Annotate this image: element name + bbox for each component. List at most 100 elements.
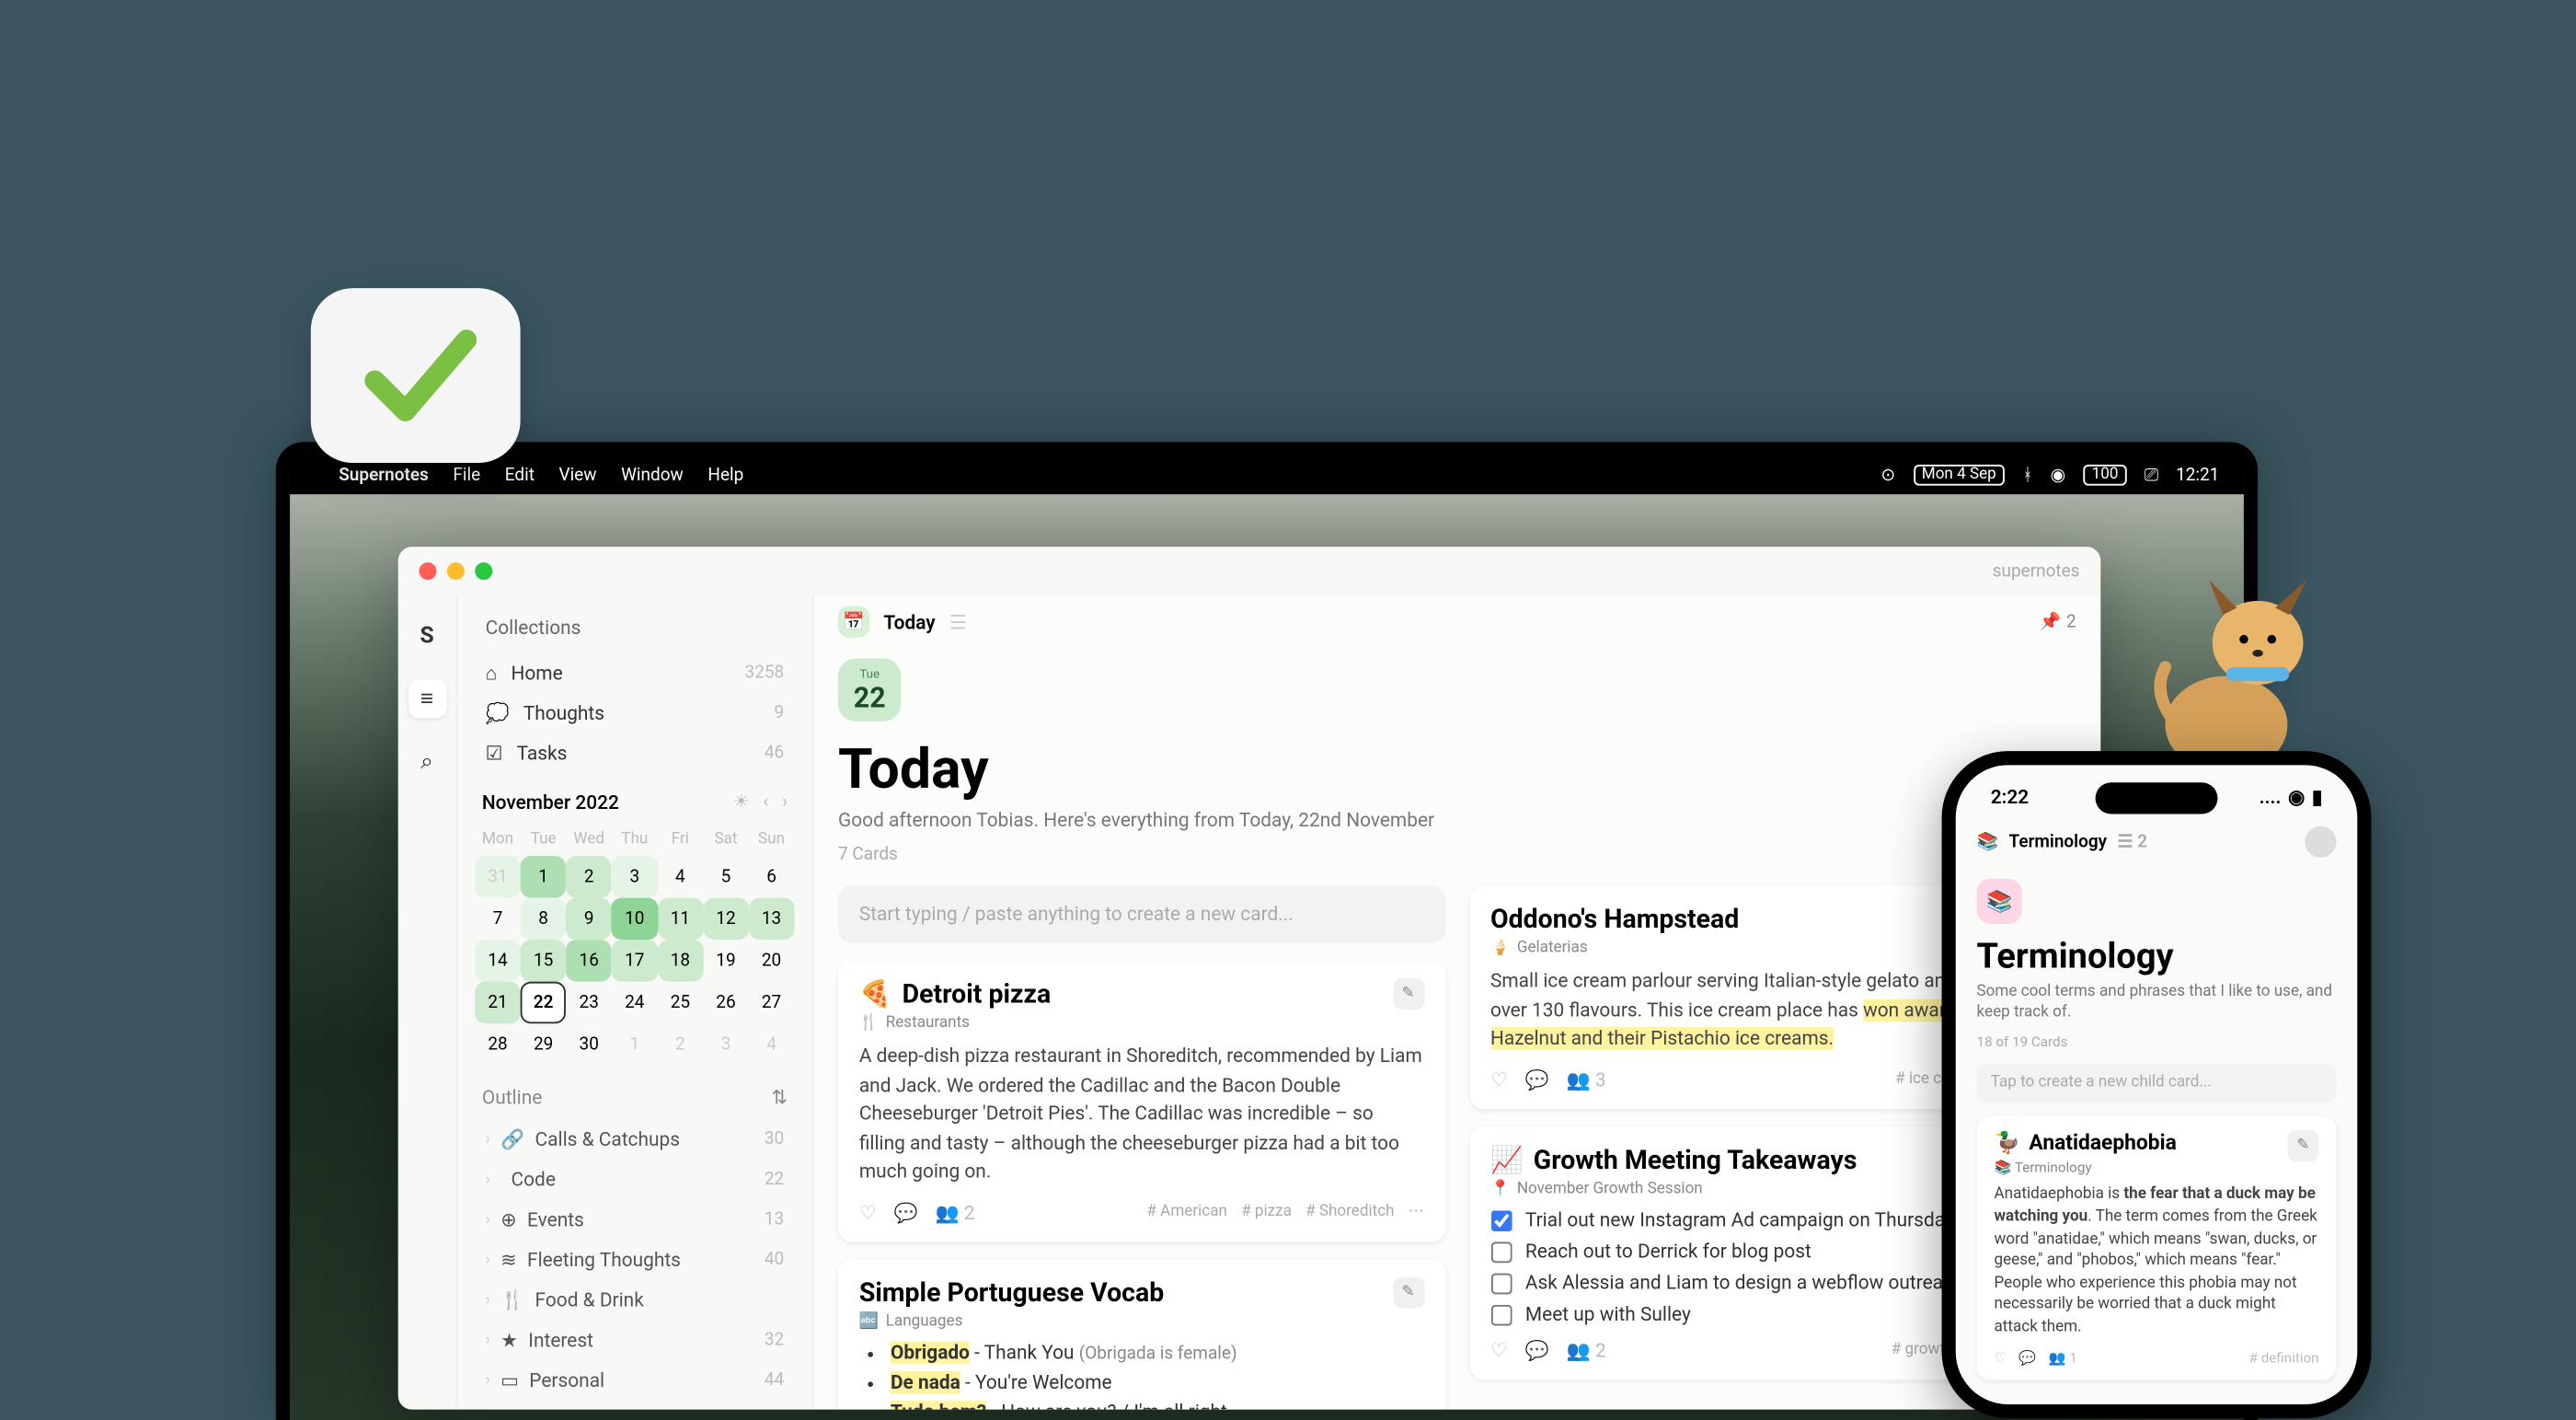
sidebar-item[interactable]: 💭Thoughts9 [475, 694, 794, 734]
heart-icon[interactable]: ♡ [1490, 1339, 1508, 1362]
outline-item[interactable]: ›★Interest32 [475, 1321, 794, 1361]
pin-count[interactable]: 📌2 [2040, 612, 2076, 631]
comment-icon[interactable]: 💬 [1525, 1068, 1549, 1091]
menubar-app[interactable]: Supernotes [339, 466, 429, 485]
calendar-day[interactable]: 1 [521, 856, 567, 898]
calendar-day[interactable]: 19 [703, 940, 749, 982]
calendar-day[interactable]: 2 [658, 1023, 704, 1066]
menu-clock-icon[interactable]: ⊙ [1880, 466, 1895, 485]
calendar-day[interactable]: 2 [566, 856, 612, 898]
calendar-day[interactable]: 12 [703, 898, 749, 941]
calendar-day[interactable]: 4 [749, 1023, 795, 1066]
task-checkbox[interactable] [1490, 1273, 1512, 1294]
sidebar-item[interactable]: ⌂Home3258 [475, 653, 794, 694]
menubar-date[interactable]: Mon 4 Sep [1913, 465, 2005, 486]
avatar[interactable] [2305, 826, 2336, 858]
outline-item[interactable]: ›🔗Calls & Catchups30 [475, 1120, 794, 1160]
phone-book-icon[interactable]: 📚 [1977, 832, 1999, 851]
menu-help[interactable]: Help [707, 466, 743, 485]
card-detroit-pizza[interactable]: ✎ 🍕Detroit pizza 🍴Restaurants A deep-dis… [838, 961, 1445, 1241]
calendar-day[interactable]: 15 [521, 940, 567, 982]
calendar-day[interactable]: 6 [749, 856, 795, 898]
menu-file[interactable]: File [453, 466, 480, 485]
close-button[interactable] [420, 562, 437, 580]
outline-item[interactable]: ›⊕Events13 [475, 1200, 794, 1241]
heart-icon[interactable]: ♡ [859, 1201, 877, 1224]
rail-list-icon[interactable]: ≡ [408, 679, 446, 718]
people-icon[interactable]: 👥 2 [1567, 1339, 1606, 1362]
calendar-day[interactable]: 3 [703, 1023, 749, 1066]
sidebar-item[interactable]: ☑Tasks46 [475, 733, 794, 774]
calendar-day[interactable]: 4 [658, 856, 704, 898]
control-center-icon[interactable]: ⎚ [2145, 466, 2158, 485]
calendar-day[interactable]: 23 [566, 982, 612, 1024]
wifi-icon[interactable]: ◉ [2051, 466, 2066, 485]
comment-icon[interactable]: 💬 [1525, 1339, 1549, 1362]
menu-view[interactable]: View [558, 466, 596, 485]
bluetooth-icon[interactable]: ᚼ [2022, 466, 2032, 485]
calendar-day[interactable]: 31 [475, 856, 521, 898]
outline-item[interactable]: ›Code22 [475, 1160, 794, 1200]
outline-item[interactable]: ›≋Fleeting Thoughts40 [475, 1241, 794, 1281]
calendar-day[interactable]: 3 [612, 856, 658, 898]
breadcrumb-label[interactable]: Today [883, 610, 935, 633]
calendar-day[interactable]: 26 [703, 982, 749, 1024]
calendar-day[interactable]: 16 [566, 940, 612, 982]
calendar-day[interactable]: 14 [475, 940, 521, 982]
outline-item[interactable]: ›▭Personal44 [475, 1361, 794, 1402]
calendar-prev-icon[interactable]: ‹ [763, 793, 768, 813]
calendar-day[interactable]: 7 [475, 898, 521, 941]
tag[interactable]: # American [1146, 1204, 1227, 1221]
phone-create-input[interactable]: Tap to create a new child card... [1977, 1065, 2337, 1103]
task-checkbox[interactable] [1490, 1209, 1512, 1230]
minimize-button[interactable] [447, 562, 465, 580]
comment-icon[interactable]: 💬 [894, 1201, 918, 1224]
menu-window[interactable]: Window [621, 466, 684, 485]
heart-icon[interactable]: ♡ [1995, 1349, 2007, 1365]
calendar-day[interactable]: 27 [749, 982, 795, 1024]
titlebar[interactable]: supernotes [398, 547, 2101, 595]
calendar-brightness-icon[interactable]: ☀ [733, 793, 749, 813]
edit-icon[interactable]: ✎ [1393, 978, 1424, 1010]
tag[interactable]: # Shoreditch [1305, 1204, 1394, 1221]
outline-item[interactable]: ›🍴Food & Drink [475, 1280, 794, 1321]
people-icon[interactable]: 👥 3 [1567, 1068, 1606, 1091]
calendar-day[interactable]: 22 [521, 982, 567, 1024]
more-icon[interactable]: ⋯ [1409, 1204, 1424, 1221]
edit-icon[interactable]: ✎ [1393, 1276, 1424, 1307]
calendar-day[interactable]: 28 [475, 1023, 521, 1066]
filter-icon[interactable]: ☰ [949, 610, 967, 633]
calendar-day[interactable]: 25 [658, 982, 704, 1024]
search-icon[interactable]: ⌕ [408, 743, 446, 781]
card-portuguese-vocab[interactable]: ✎ Simple Portuguese Vocab 🔤Languages Obr… [838, 1259, 1445, 1410]
create-card-input[interactable]: Start typing / paste anything to create … [838, 885, 1445, 943]
menu-edit[interactable]: Edit [505, 466, 535, 485]
menubar-time[interactable]: 12:21 [2176, 466, 2219, 485]
calendar-day[interactable]: 13 [749, 898, 795, 941]
calendar-day[interactable]: 24 [612, 982, 658, 1024]
phone-header-title[interactable]: Terminology [2009, 832, 2108, 851]
rail-logo-icon[interactable]: S [408, 617, 446, 655]
calendar-next-icon[interactable]: › [782, 793, 788, 813]
breadcrumb-calendar-icon[interactable]: 📅 [838, 606, 869, 638]
heart-icon[interactable]: ♡ [1490, 1068, 1508, 1091]
calendar-day[interactable]: 5 [703, 856, 749, 898]
people-icon[interactable]: 👥 2 [936, 1201, 975, 1224]
edit-icon[interactable]: ✎ [2287, 1131, 2318, 1162]
calendar-day[interactable]: 18 [658, 940, 704, 982]
tag[interactable]: # definition [2249, 1349, 2319, 1365]
filter-icon[interactable]: ☰ 2 [2117, 832, 2147, 851]
calendar-day[interactable]: 9 [566, 898, 612, 941]
task-checkbox[interactable] [1490, 1304, 1512, 1325]
calendar-day[interactable]: 10 [612, 898, 658, 941]
calendar-day[interactable]: 1 [612, 1023, 658, 1066]
phone-card-anatidaephobia[interactable]: ✎ 🦆Anatidaephobia 📚 Terminology Anatidae… [1977, 1117, 2337, 1380]
calendar-day[interactable]: 8 [521, 898, 567, 941]
calendar-day[interactable]: 11 [658, 898, 704, 941]
task-checkbox[interactable] [1490, 1241, 1512, 1263]
comment-icon[interactable]: 💬 [2018, 1349, 2036, 1365]
people-icon[interactable]: 👥 1 [2049, 1349, 2077, 1365]
calendar-day[interactable]: 30 [566, 1023, 612, 1066]
calendar-day[interactable]: 17 [612, 940, 658, 982]
tag[interactable]: # pizza [1241, 1204, 1292, 1221]
